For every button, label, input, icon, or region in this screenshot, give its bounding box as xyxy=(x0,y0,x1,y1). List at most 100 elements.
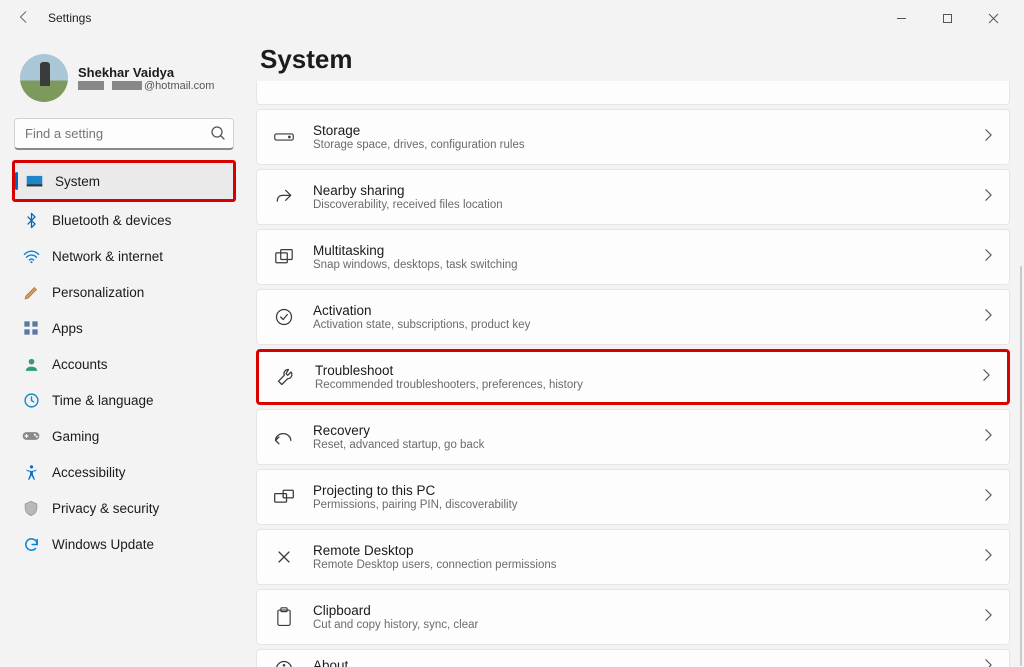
sidebar-item-label: System xyxy=(55,174,100,189)
card-title: Nearby sharing xyxy=(313,183,984,198)
network-icon xyxy=(22,247,40,265)
chevron-right-icon xyxy=(984,188,993,207)
search-box[interactable] xyxy=(14,118,234,150)
sidebar-item-personalization[interactable]: Personalization xyxy=(12,274,236,310)
card-title: Storage xyxy=(313,123,984,138)
minimize-button[interactable] xyxy=(878,3,924,33)
privacy-icon xyxy=(22,499,40,517)
settings-card-multitask[interactable]: MultitaskingSnap windows, desktops, task… xyxy=(256,229,1010,285)
sidebar-item-system[interactable]: System xyxy=(15,163,233,199)
card-list: StorageStorage space, drives, configurat… xyxy=(256,81,1010,667)
card-subtitle: Activation state, subscriptions, product… xyxy=(313,319,984,331)
scrollbar[interactable] xyxy=(1020,266,1022,666)
settings-card-troubleshoot[interactable]: TroubleshootRecommended troubleshooters,… xyxy=(256,349,1010,405)
maximize-button[interactable] xyxy=(924,3,970,33)
settings-card-clipboard[interactable]: ClipboardCut and copy history, sync, cle… xyxy=(256,589,1010,645)
search-input[interactable] xyxy=(14,118,234,150)
sidebar-item-label: Time & language xyxy=(52,393,154,408)
card-title: Remote Desktop xyxy=(313,543,984,558)
activation-icon xyxy=(273,306,295,328)
profile-block[interactable]: Shekhar Vaidya @hotmail.com xyxy=(12,44,236,116)
sidebar-item-accessibility[interactable]: Accessibility xyxy=(12,454,236,490)
profile-email: @hotmail.com xyxy=(78,80,214,92)
sidebar-item-label: Gaming xyxy=(52,429,99,444)
card-title: About xyxy=(313,658,984,667)
settings-card-activation[interactable]: ActivationActivation state, subscription… xyxy=(256,289,1010,345)
card-title: Projecting to this PC xyxy=(313,483,984,498)
time-icon xyxy=(22,391,40,409)
avatar xyxy=(20,54,68,102)
settings-card-storage[interactable]: StorageStorage space, drives, configurat… xyxy=(256,109,1010,165)
redacted-text xyxy=(112,81,142,90)
card-title: Recovery xyxy=(313,423,984,438)
bluetooth-icon xyxy=(22,211,40,229)
sidebar-item-label: Privacy & security xyxy=(52,501,159,516)
recovery-icon xyxy=(273,426,295,448)
settings-card-remote[interactable]: Remote DesktopRemote Desktop users, conn… xyxy=(256,529,1010,585)
email-suffix: @hotmail.com xyxy=(144,80,214,92)
search-icon xyxy=(210,125,226,144)
accessibility-icon xyxy=(22,463,40,481)
close-button[interactable] xyxy=(970,3,1016,33)
sidebar-item-label: Windows Update xyxy=(52,537,154,552)
window-title: Settings xyxy=(48,11,91,25)
card-subtitle: Remote Desktop users, connection permiss… xyxy=(313,559,984,571)
settings-card-nearby[interactable]: Nearby sharingDiscoverability, received … xyxy=(256,169,1010,225)
system-icon xyxy=(25,172,43,190)
sidebar-item-time[interactable]: Time & language xyxy=(12,382,236,418)
redacted-text xyxy=(78,81,104,90)
projecting-icon xyxy=(273,486,295,508)
apps-icon xyxy=(22,319,40,337)
sidebar-item-bluetooth[interactable]: Bluetooth & devices xyxy=(12,202,236,238)
card-title: Multitasking xyxy=(313,243,984,258)
sidebar-item-label: Bluetooth & devices xyxy=(52,213,171,228)
sidebar: Shekhar Vaidya @hotmail.com System Blueto… xyxy=(0,36,246,667)
sidebar-item-network[interactable]: Network & internet xyxy=(12,238,236,274)
card-title: Clipboard xyxy=(313,603,984,618)
sidebar-item-label: Network & internet xyxy=(52,249,163,264)
sidebar-item-gaming[interactable]: Gaming xyxy=(12,418,236,454)
card-subtitle: Reset, advanced startup, go back xyxy=(313,439,984,451)
storage-icon xyxy=(273,126,295,148)
sidebar-item-label: Apps xyxy=(52,321,83,336)
clipboard-icon xyxy=(273,606,295,628)
troubleshoot-icon xyxy=(275,366,297,388)
chevron-right-icon xyxy=(984,248,993,267)
sidebar-item-privacy[interactable]: Privacy & security xyxy=(12,490,236,526)
settings-card-partial-top[interactable] xyxy=(256,81,1010,105)
nearby-icon xyxy=(273,186,295,208)
titlebar: Settings xyxy=(0,0,1024,36)
personalization-icon xyxy=(22,283,40,301)
card-subtitle: Snap windows, desktops, task switching xyxy=(313,259,984,271)
sidebar-item-apps[interactable]: Apps xyxy=(12,310,236,346)
chevron-right-icon xyxy=(984,428,993,447)
back-button[interactable] xyxy=(12,10,36,27)
sidebar-nav: System Bluetooth & devices Network & inter… xyxy=(12,160,236,562)
card-subtitle: Storage space, drives, configuration rul… xyxy=(313,139,984,151)
multitask-icon xyxy=(273,246,295,268)
settings-card-about[interactable]: AboutDevice specifications, rename PC, W… xyxy=(256,649,1010,667)
card-subtitle: Cut and copy history, sync, clear xyxy=(313,619,984,631)
chevron-right-icon xyxy=(984,488,993,507)
card-title: Activation xyxy=(313,303,984,318)
update-icon xyxy=(22,535,40,553)
chevron-right-icon xyxy=(984,658,993,667)
sidebar-item-label: Accessibility xyxy=(52,465,126,480)
cards-scroll[interactable]: StorageStorage space, drives, configurat… xyxy=(256,81,1014,667)
page-title: System xyxy=(256,44,1014,81)
remote-icon xyxy=(273,546,295,568)
chevron-right-icon xyxy=(984,128,993,147)
gaming-icon xyxy=(22,427,40,445)
settings-card-projecting[interactable]: Projecting to this PCPermissions, pairin… xyxy=(256,469,1010,525)
chevron-right-icon xyxy=(984,308,993,327)
settings-card-recovery[interactable]: RecoveryReset, advanced startup, go back xyxy=(256,409,1010,465)
chevron-right-icon xyxy=(982,368,991,387)
main-content: System StorageStorage space, drives, con… xyxy=(246,36,1024,667)
card-subtitle: Discoverability, received files location xyxy=(313,199,984,211)
about-icon xyxy=(273,658,295,667)
sidebar-item-accounts[interactable]: Accounts xyxy=(12,346,236,382)
sidebar-item-update[interactable]: Windows Update xyxy=(12,526,236,562)
chevron-right-icon xyxy=(984,548,993,567)
accounts-icon xyxy=(22,355,40,373)
card-title: Troubleshoot xyxy=(315,363,982,378)
